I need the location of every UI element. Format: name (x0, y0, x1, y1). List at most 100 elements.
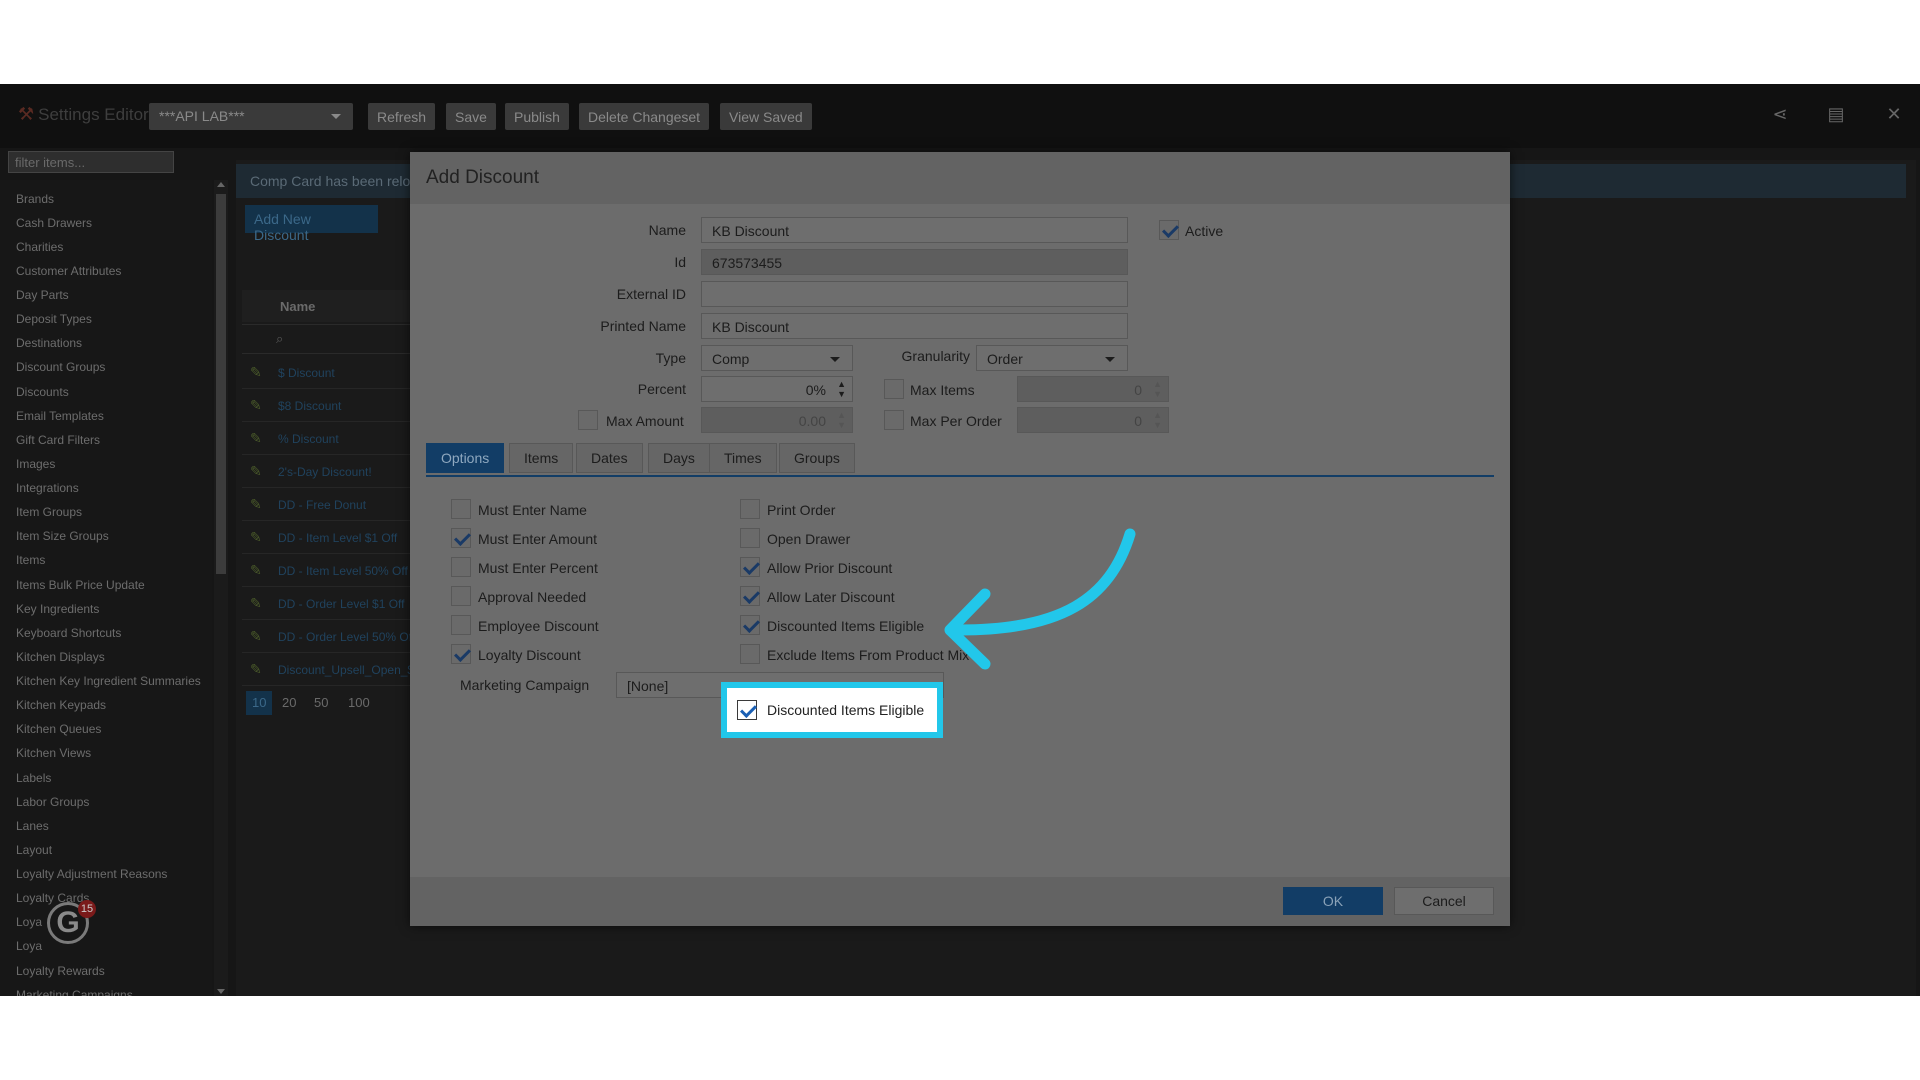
sidebar-item-kitchen-queues[interactable]: Kitchen Queues (16, 722, 101, 736)
sidebar-item-items-bulk-price-update[interactable]: Items Bulk Price Update (16, 578, 145, 592)
list-item[interactable]: ✎ $ Discount (242, 356, 422, 389)
sidebar-item-loya-2[interactable]: Loya (16, 939, 42, 953)
edit-pencil-icon[interactable]: ✎ (250, 595, 262, 612)
edit-pencil-icon[interactable]: ✎ (250, 463, 262, 480)
max-per-order-checkbox[interactable] (884, 410, 904, 430)
sidebar-item-discount-groups[interactable]: Discount Groups (16, 360, 105, 374)
delete-changeset-button[interactable]: Delete Changeset (579, 103, 710, 130)
list-item[interactable]: ✎ DD - Free Donut (242, 488, 422, 521)
document-icon[interactable]: ▤ (1824, 104, 1848, 128)
page-size-50[interactable]: 50 (308, 691, 334, 715)
type-select[interactable]: Comp (701, 345, 853, 371)
sidebar-item-item-size-groups[interactable]: Item Size Groups (16, 529, 109, 543)
list-search-row[interactable]: ⌕ (242, 324, 422, 354)
tab-dates[interactable]: Dates (576, 443, 643, 473)
sidebar-item-destinations[interactable]: Destinations (16, 336, 82, 350)
list-item[interactable]: ✎ 2's-Day Discount! (242, 455, 422, 488)
sidebar-item-layout[interactable]: Layout (16, 843, 52, 857)
printed-name-field[interactable]: KB Discount (701, 313, 1128, 339)
list-item-label[interactable]: 2's-Day Discount! (278, 465, 372, 479)
discounted-items-eligible-checkbox-under[interactable] (740, 615, 760, 635)
list-item[interactable]: ✎ DD - Item Level 50% Off (242, 554, 422, 587)
edit-pencil-icon[interactable]: ✎ (250, 430, 262, 447)
edit-pencil-icon[interactable]: ✎ (250, 397, 262, 414)
tab-items[interactable]: Items (509, 443, 574, 473)
sidebar-item-labor-groups[interactable]: Labor Groups (16, 795, 89, 809)
list-item-label[interactable]: DD - Order Level $1 Off (278, 597, 405, 611)
add-new-discount-button[interactable]: Add New Discount (245, 205, 378, 243)
ok-button[interactable]: OK (1283, 887, 1383, 915)
approval-needed-checkbox[interactable] (451, 586, 471, 606)
sidebar-item-charities[interactable]: Charities (16, 240, 63, 254)
allow-prior-discount-checkbox[interactable] (740, 557, 760, 577)
print-order-checkbox[interactable] (740, 499, 760, 519)
list-item-label[interactable]: DD - Item Level 50% Off (278, 564, 408, 578)
column-header-name[interactable]: Name (242, 290, 422, 322)
sidebar-item-deposit-types[interactable]: Deposit Types (16, 312, 92, 326)
sidebar-item-kitchen-key-ingredient-summaries[interactable]: Kitchen Key Ingredient Summaries (16, 674, 201, 688)
list-item[interactable]: ✎ Discount_Upsell_Open_$ (242, 653, 422, 686)
list-item[interactable]: ✎ DD - Order Level 50% Of (242, 620, 422, 653)
list-item-label[interactable]: DD - Item Level $1 Off (278, 531, 397, 545)
list-item-label[interactable]: DD - Order Level 50% Of (278, 630, 412, 644)
view-saved-button[interactable]: View Saved (720, 103, 812, 130)
sidebar-item-discounts[interactable]: Discounts (16, 385, 69, 399)
sidebar-item-cash-drawers[interactable]: Cash Drawers (16, 216, 92, 230)
must-enter-name-checkbox[interactable] (451, 499, 471, 519)
sidebar-item-kitchen-displays[interactable]: Kitchen Displays (16, 650, 105, 664)
save-button[interactable]: Save (446, 103, 496, 130)
must-enter-percent-checkbox[interactable] (451, 557, 471, 577)
scroll-down-icon[interactable] (217, 989, 225, 994)
loyalty-discount-checkbox[interactable] (451, 644, 471, 664)
sidebar-item-images[interactable]: Images (16, 457, 55, 471)
environment-select[interactable]: ***API LAB*** (149, 103, 353, 130)
edit-pencil-icon[interactable]: ✎ (250, 628, 262, 645)
edit-pencil-icon[interactable]: ✎ (250, 364, 262, 381)
sidebar-item-lanes[interactable]: Lanes (16, 819, 49, 833)
list-item[interactable]: ✎ $8 Discount (242, 389, 422, 422)
sidebar-item-brands[interactable]: Brands (16, 192, 54, 206)
share-icon[interactable]: ⋖ (1768, 104, 1792, 128)
spin-up-icon[interactable]: ▲ (837, 380, 846, 389)
page-size-100[interactable]: 100 (342, 691, 376, 715)
sidebar-item-key-ingredients[interactable]: Key Ingredients (16, 602, 99, 616)
list-item-label[interactable]: $ Discount (278, 366, 335, 380)
sidebar-item-item-groups[interactable]: Item Groups (16, 505, 82, 519)
publish-button[interactable]: Publish (505, 103, 569, 130)
edit-pencil-icon[interactable]: ✎ (250, 529, 262, 546)
list-item-label[interactable]: Discount_Upsell_Open_$ (278, 663, 414, 677)
sidebar-item-gift-card-filters[interactable]: Gift Card Filters (16, 433, 100, 447)
tab-groups[interactable]: Groups (779, 443, 855, 473)
sidebar-item-keyboard-shortcuts[interactable]: Keyboard Shortcuts (16, 626, 121, 640)
tab-times[interactable]: Times (709, 443, 777, 473)
external-id-field[interactable] (701, 281, 1128, 307)
sidebar-item-items[interactable]: Items (16, 553, 45, 567)
list-item[interactable]: ✎ DD - Order Level $1 Off (242, 587, 422, 620)
spin-down-icon[interactable]: ▼ (837, 390, 846, 399)
list-item[interactable]: ✎ DD - Item Level $1 Off (242, 521, 422, 554)
sidebar-item-customer-attributes[interactable]: Customer Attributes (16, 264, 121, 278)
sidebar-item-marketing-campaigns[interactable]: Marketing Campaigns (16, 988, 133, 996)
sidebar-item-labels[interactable]: Labels (16, 771, 51, 785)
scrollbar-thumb[interactable] (216, 194, 226, 574)
open-drawer-checkbox[interactable] (740, 528, 760, 548)
allow-later-discount-checkbox[interactable] (740, 586, 760, 606)
employee-discount-checkbox[interactable] (451, 615, 471, 635)
cancel-button[interactable]: Cancel (1394, 887, 1494, 915)
exclude-items-product-mix-checkbox[interactable] (740, 644, 760, 664)
edit-pencil-icon[interactable]: ✎ (250, 562, 262, 579)
page-size-10[interactable]: 10 (246, 691, 273, 715)
sidebar-scrollbar[interactable] (214, 180, 228, 996)
list-item[interactable]: ✎ % Discount (242, 422, 422, 455)
sidebar-item-loya-1[interactable]: Loya (16, 915, 42, 929)
sidebar-item-loyalty-cards[interactable]: Loyalty Cards (16, 891, 89, 905)
discounted-items-eligible-checkbox[interactable] (737, 700, 757, 720)
page-size-20[interactable]: 20 (276, 691, 302, 715)
scroll-up-icon[interactable] (217, 182, 225, 187)
sidebar-item-kitchen-views[interactable]: Kitchen Views (16, 746, 91, 760)
sidebar-item-loyalty-adjustment-reasons[interactable]: Loyalty Adjustment Reasons (16, 867, 167, 881)
list-item-label[interactable]: % Discount (278, 432, 339, 446)
tab-options[interactable]: Options (426, 443, 505, 473)
filter-input[interactable]: filter items... (8, 151, 174, 173)
active-checkbox[interactable] (1159, 220, 1179, 240)
